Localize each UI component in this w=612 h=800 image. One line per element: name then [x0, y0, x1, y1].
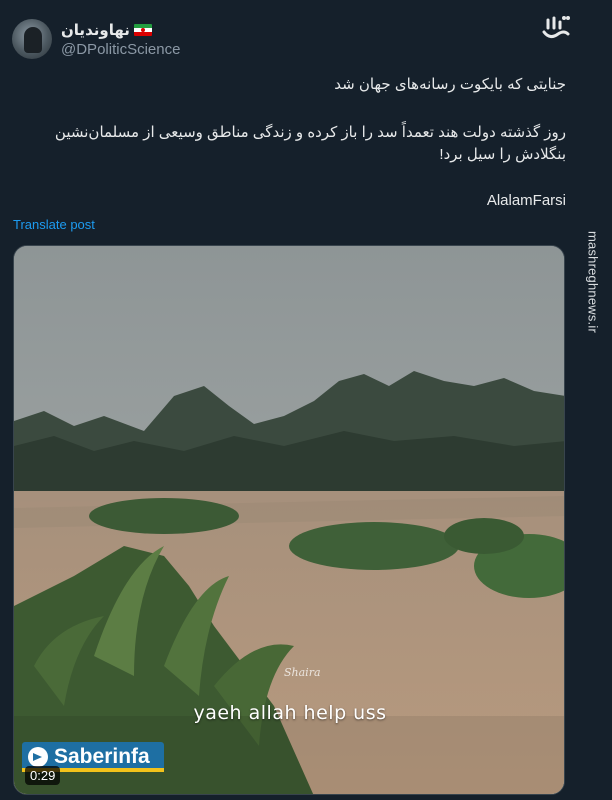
post-source-text: AlalamFarsi: [486, 192, 566, 209]
video-duration: 0:29: [25, 766, 61, 785]
video-caption: yaeh allah help uss: [193, 702, 387, 724]
video-signature: Shaira: [284, 666, 321, 679]
author-display-name[interactable]: نهاوندیان: [61, 21, 130, 39]
tweet: نهاوندیان @DPoliticScience mashreghnews.…: [0, 0, 612, 800]
iran-flag-icon: [133, 24, 152, 36]
avatar[interactable]: [12, 19, 52, 59]
mashregh-logo: [542, 16, 570, 39]
author-name-row: نهاوندیان: [61, 21, 152, 39]
video-player[interactable]: Shaira yaeh allah help uss Saberinfa 0:2…: [13, 245, 565, 795]
telegram-icon: [28, 747, 48, 767]
watermark-text: mashreghnews.ir: [585, 231, 601, 333]
post-text-line: جنایتی که بایکوت رسانه‌های جهان شد: [334, 76, 566, 93]
post-text-line: روز گذشته دولت هند تعمداً سد را باز کرده…: [54, 124, 566, 163]
translate-post-link[interactable]: Translate post: [13, 217, 95, 232]
watermark: mashreghnews.ir: [578, 62, 608, 502]
author-handle[interactable]: @DPoliticScience: [61, 41, 180, 58]
channel-name: Saberinfa: [54, 745, 150, 768]
